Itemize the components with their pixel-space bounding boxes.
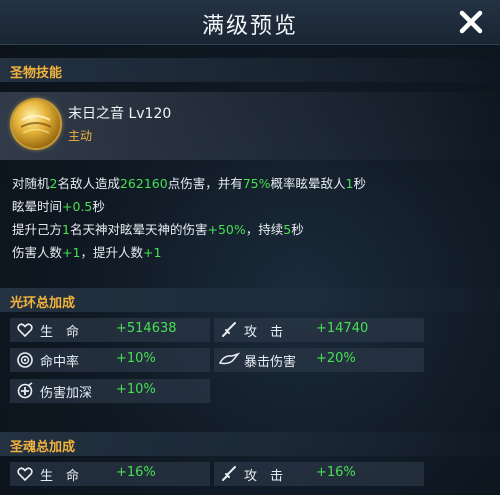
skill-desc-line-1: 对随机2名敌人造成262160点伤害，并有75%概率眩晕敌人1秒 (12, 173, 366, 192)
stat-label: 攻 击 (244, 325, 284, 340)
desc-text: 秒 (291, 222, 304, 237)
highlight-value: +1 (62, 245, 81, 260)
section-header-holy-skill (0, 58, 500, 82)
stat-value: +16% (316, 465, 356, 480)
modal-header: 满级预览 (0, 0, 500, 45)
desc-text: 提升己方 (12, 222, 63, 237)
desc-text: 对随机 (12, 176, 50, 191)
skill-desc-line-3: 提升己方1名天神对眩晕天神的伤害+50%，持续5秒 (12, 219, 304, 238)
stat-label: 攻 击 (244, 469, 284, 484)
desc-text: 眩晕时间 (12, 199, 63, 214)
stat-value: +514638 (116, 321, 177, 336)
sword-icon (222, 322, 236, 337)
desc-text: 伤害人数 (12, 245, 63, 260)
stat-label: 生 命 (40, 469, 80, 484)
stat-value: +10% (116, 351, 156, 366)
heart-icon (17, 467, 33, 482)
stat-value: +16% (116, 465, 156, 480)
highlight-value: +0.5 (62, 199, 93, 214)
stat-label: 命中率 (40, 355, 80, 370)
skill-desc-line-4: 伤害人数+1，提升人数+1 (12, 242, 161, 261)
golden-orb-icon (12, 100, 60, 148)
page-title: 满级预览 (201, 14, 298, 39)
desc-text: 名天神对眩晕天神的伤害 (69, 222, 208, 237)
highlight-value: 262160 (119, 176, 168, 191)
desc-text: 点伤害，并有 (167, 176, 243, 191)
desc-text: 名敌人造成 (57, 176, 120, 191)
skill-desc-line-2: 眩晕时间+0.5秒 (12, 196, 105, 215)
desc-text: 秒 (353, 176, 366, 191)
sword-icon (222, 466, 236, 481)
stat-label: 生 命 (40, 325, 80, 340)
desc-text: 秒 (92, 199, 105, 214)
close-button[interactable] (454, 5, 488, 39)
skill-type: 主动 (68, 129, 93, 143)
highlight-value: 75% (242, 176, 271, 191)
stat-label: 暴击伤害 (244, 355, 297, 370)
stat-value: +10% (116, 382, 156, 397)
heart-icon (17, 323, 33, 338)
highlight-value: +1 (142, 245, 162, 260)
highlight-value: +50% (207, 222, 246, 237)
critical-icon (218, 352, 240, 365)
desc-text: ，提升人数 (80, 245, 143, 260)
crosshair-icon (17, 352, 33, 368)
section-title-holy-skill: 圣物技能 (10, 66, 63, 81)
stat-value: +20% (316, 351, 356, 366)
skill-name: 末日之音 Lv120 (68, 106, 172, 122)
stat-label: 伤害加深 (40, 386, 93, 401)
highlight-value: 1 (62, 222, 70, 237)
section-title-soul: 圣魂总加成 (10, 440, 76, 455)
section-title-aura: 光环总加成 (10, 296, 76, 311)
damage-boost-icon (17, 382, 33, 399)
stat-value: +14740 (316, 321, 369, 336)
close-icon (459, 10, 483, 34)
desc-text: ，持续 (245, 222, 284, 237)
desc-text: 概率眩晕敌人 (270, 176, 346, 191)
